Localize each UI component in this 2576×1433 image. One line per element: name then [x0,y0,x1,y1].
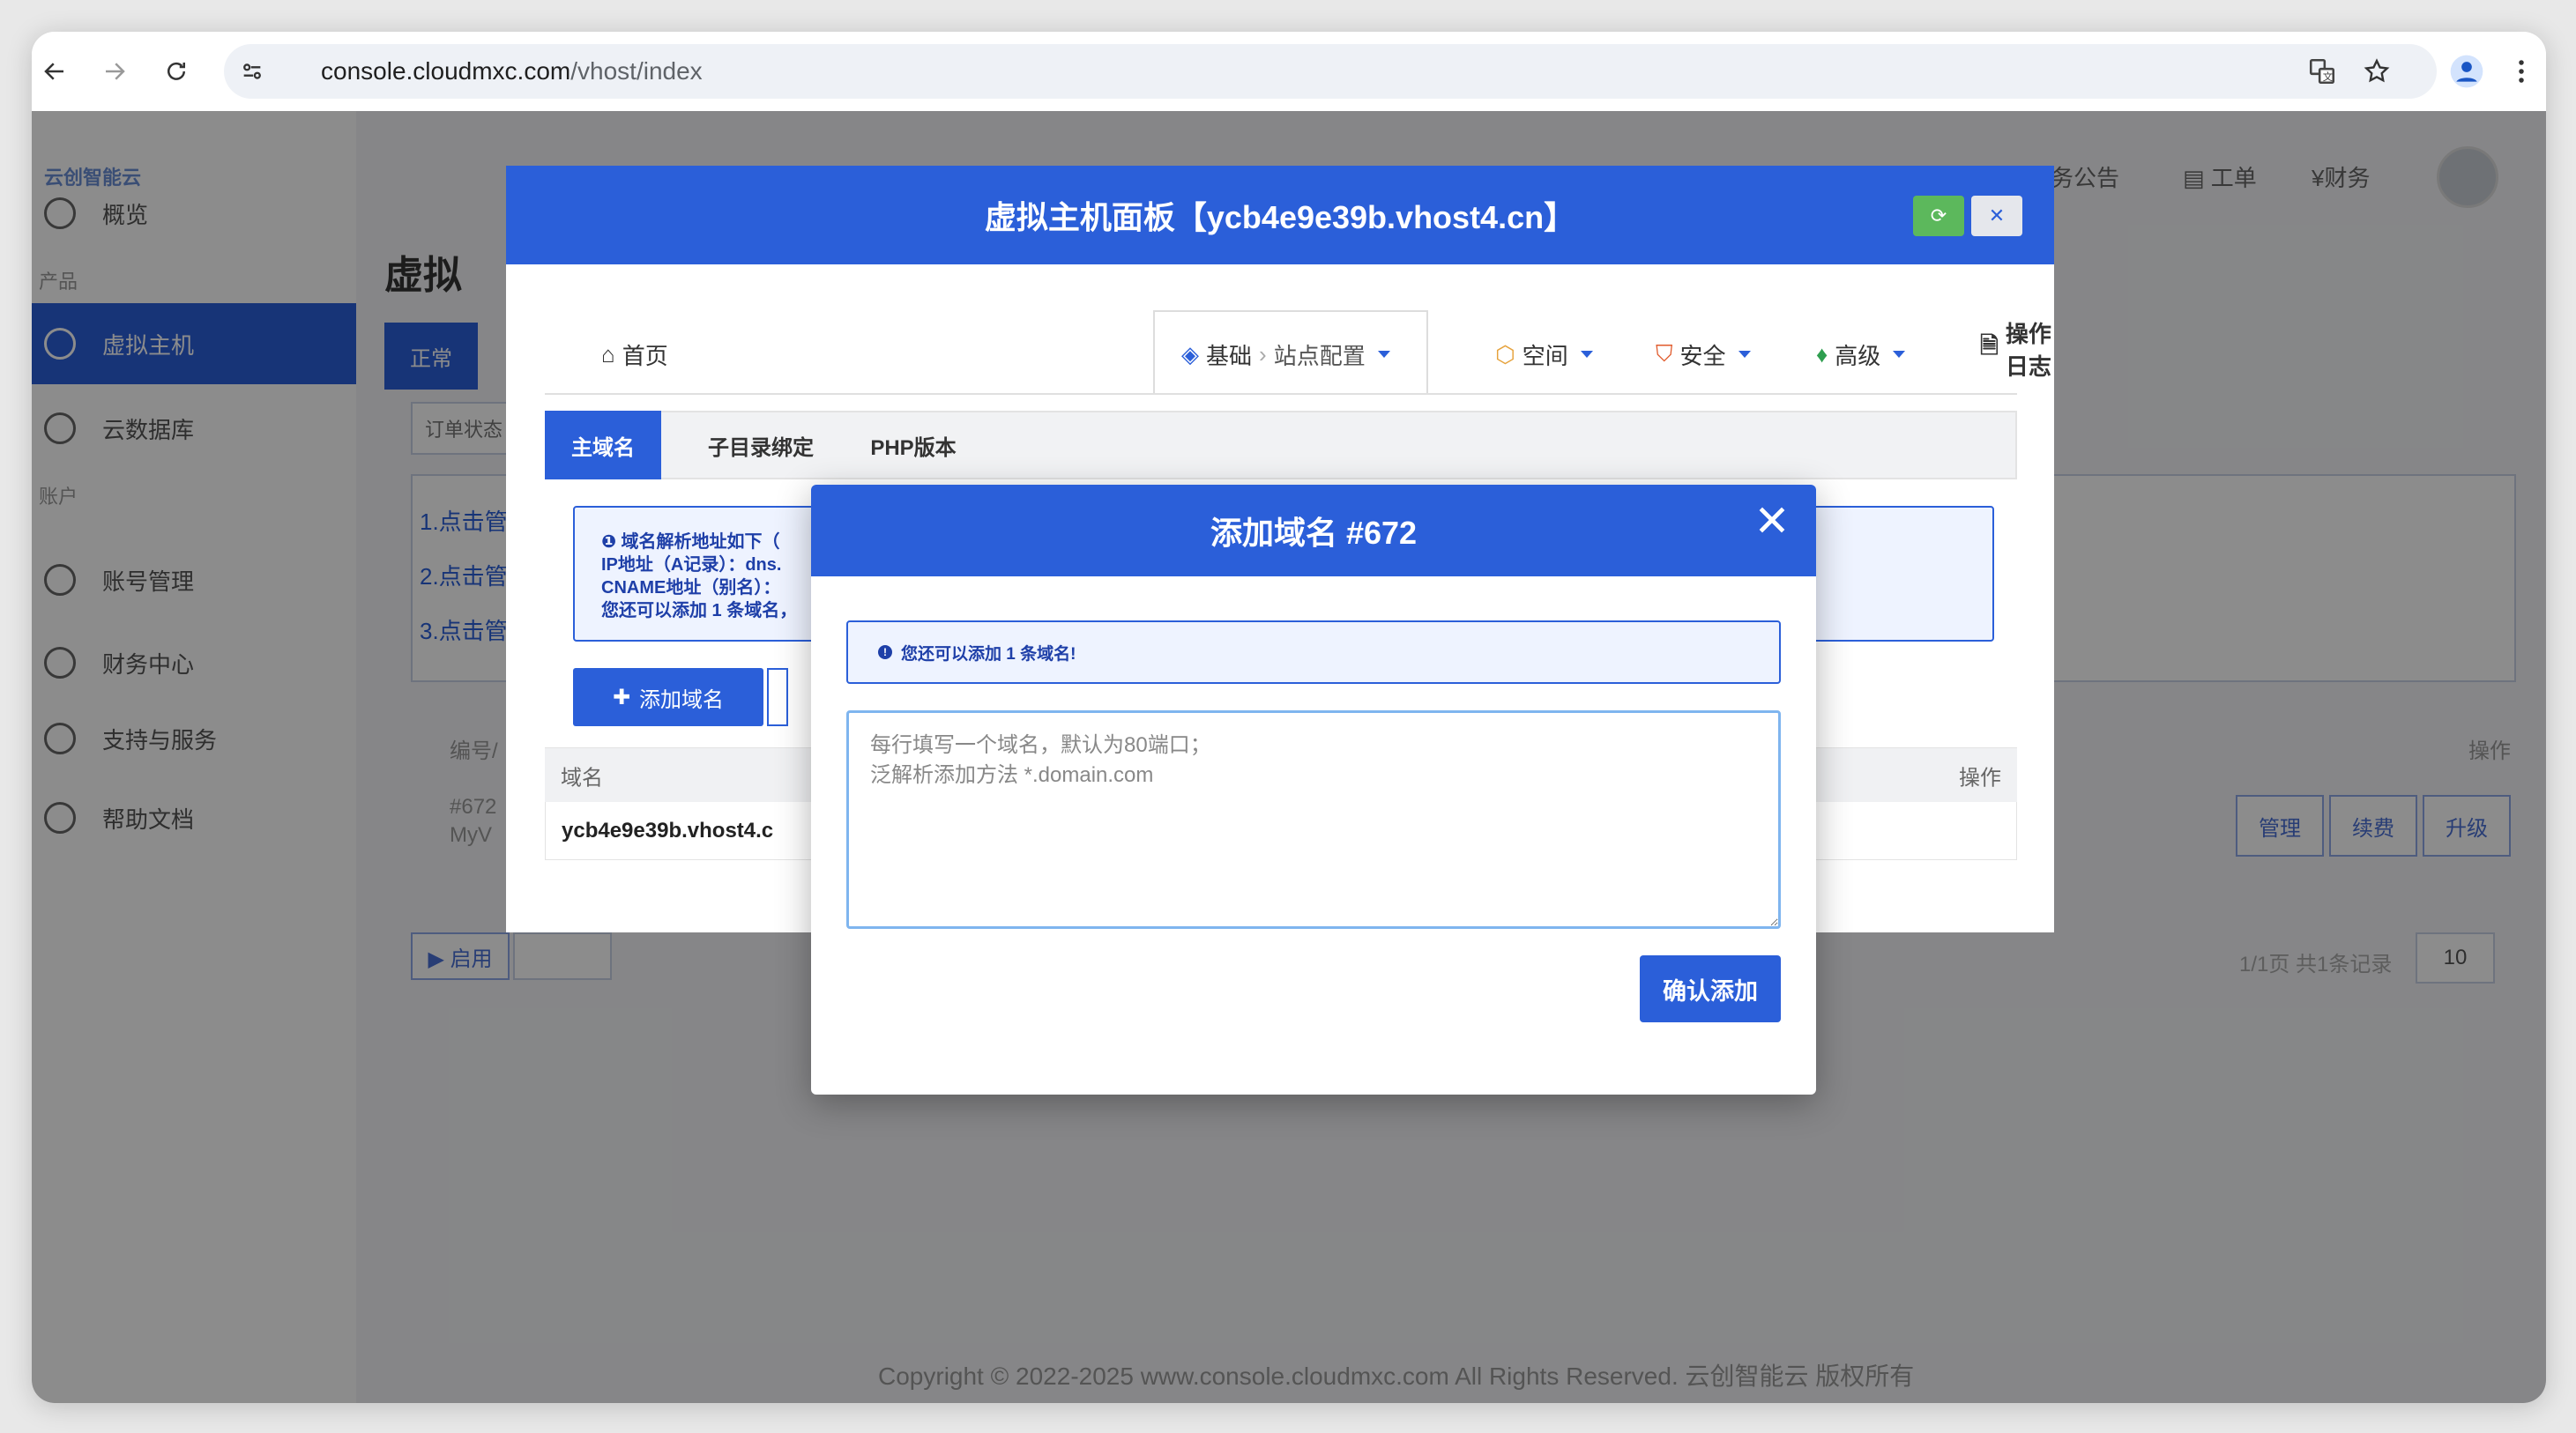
home-icon: ⌂ [601,340,615,368]
col-op: 操作 [1959,766,2001,790]
caret-down-icon [1580,351,1593,358]
svg-text:文: 文 [2323,71,2333,83]
tab-label: 首页 [622,342,668,369]
browser-toolbar: console.cloudmxc.com/vhost/index 文 [32,32,2546,111]
panel-title: 虚拟主机面板【ycb4e9e39b.vhost4.cn】 [984,199,1576,235]
caret-down-icon [1738,351,1751,358]
forward-icon[interactable] [95,52,134,91]
chevron-right-icon: › [1259,340,1267,368]
close-icon[interactable] [1746,494,1798,546]
info-line: IP地址（A记录）：dns. [601,555,782,575]
tab-space[interactable]: ⬡ 空间 [1495,330,1593,379]
close-icon: ✕ [1988,204,2006,226]
box-icon: ⬡ [1495,340,1515,368]
caret-down-icon [1377,351,1390,358]
info-line: 您还可以添加 1 条域名， [601,601,798,620]
tab-label: 基础 [1206,342,1253,369]
address-bar[interactable]: console.cloudmxc.com/vhost/index 文 [224,44,2437,99]
dialog-title: 添加域名 #672 [1210,515,1418,551]
translate-icon[interactable]: 文 [2303,52,2341,91]
menu-dots-icon[interactable] [2502,52,2541,91]
row-domain: ycb4e9e39b.vhost4.c [562,818,774,843]
refresh-icon: ⟳ [1930,204,1947,226]
tab-oplog[interactable]: 🗎 操作日志 [1980,321,2054,380]
add-domain-dialog: 添加域名 #672 ! 您还可以添加 1 条域名! 确认添加 [811,485,1816,1095]
tab-label: 高级 [1835,342,1881,369]
browser-window: console.cloudmxc.com/vhost/index 文 云创智能云… [32,32,2546,1403]
subtab-php[interactable]: PHP版本 [843,411,984,479]
info-icon: ! [878,645,892,659]
tab-advanced[interactable]: ♦ 高级 [1816,330,1906,379]
panel-close-button[interactable]: ✕ [1971,196,2022,236]
tab-home[interactable]: ⌂ 首页 [601,330,668,379]
url-path: /vhost/index [570,57,703,85]
confirm-add-button[interactable]: 确认添加 [1640,955,1781,1022]
layers-icon: ◈ [1181,340,1199,368]
tab-label: 操作日志 [2005,321,2051,380]
url-host: console.cloudmxc.com [321,57,571,85]
back-icon[interactable] [35,52,74,91]
tab-label: 空间 [1522,342,1568,369]
tab-label: 安全 [1679,342,1726,369]
domain-input[interactable] [846,710,1781,929]
col-domain: 域名 [561,766,603,790]
add-domain-button[interactable]: ✚ 添加域名 [573,668,763,726]
diamond-icon: ♦ [1816,340,1828,368]
site-settings-icon[interactable] [233,52,272,91]
file-icon: 🗎 [1980,332,1999,359]
tab-divider [545,393,2017,395]
shield-icon: ⛉ [1656,340,1673,367]
secondary-action-button[interactable] [767,668,788,726]
quota-alert-text: 您还可以添加 1 条域名! [901,644,1076,664]
subtab-subdir[interactable]: 子目录绑定 [679,411,843,479]
add-domain-label: 添加域名 [639,687,725,712]
quota-alert: ! 您还可以添加 1 条域名! [846,620,1781,684]
caret-down-icon [1893,351,1906,358]
info-line: CNAME地址（别名）： [601,578,781,598]
plus-icon: ✚ [612,685,631,709]
tab-security[interactable]: ⛉ 安全 [1656,330,1751,379]
info-line: ❶ 域名解析地址如下（ [601,532,780,552]
profile-icon[interactable] [2447,52,2486,91]
refresh-button[interactable]: ⟳ [1913,196,1964,236]
tab-sublabel: 站点配置 [1273,342,1366,369]
url-text[interactable]: console.cloudmxc.com/vhost/index [321,57,703,85]
subtab-main-domain[interactable]: 主域名 [545,411,661,479]
bookmark-star-icon[interactable] [2357,52,2396,91]
tab-basic[interactable]: ◈ 基础 › 站点配置 [1181,330,1390,379]
reload-icon[interactable] [157,52,196,91]
